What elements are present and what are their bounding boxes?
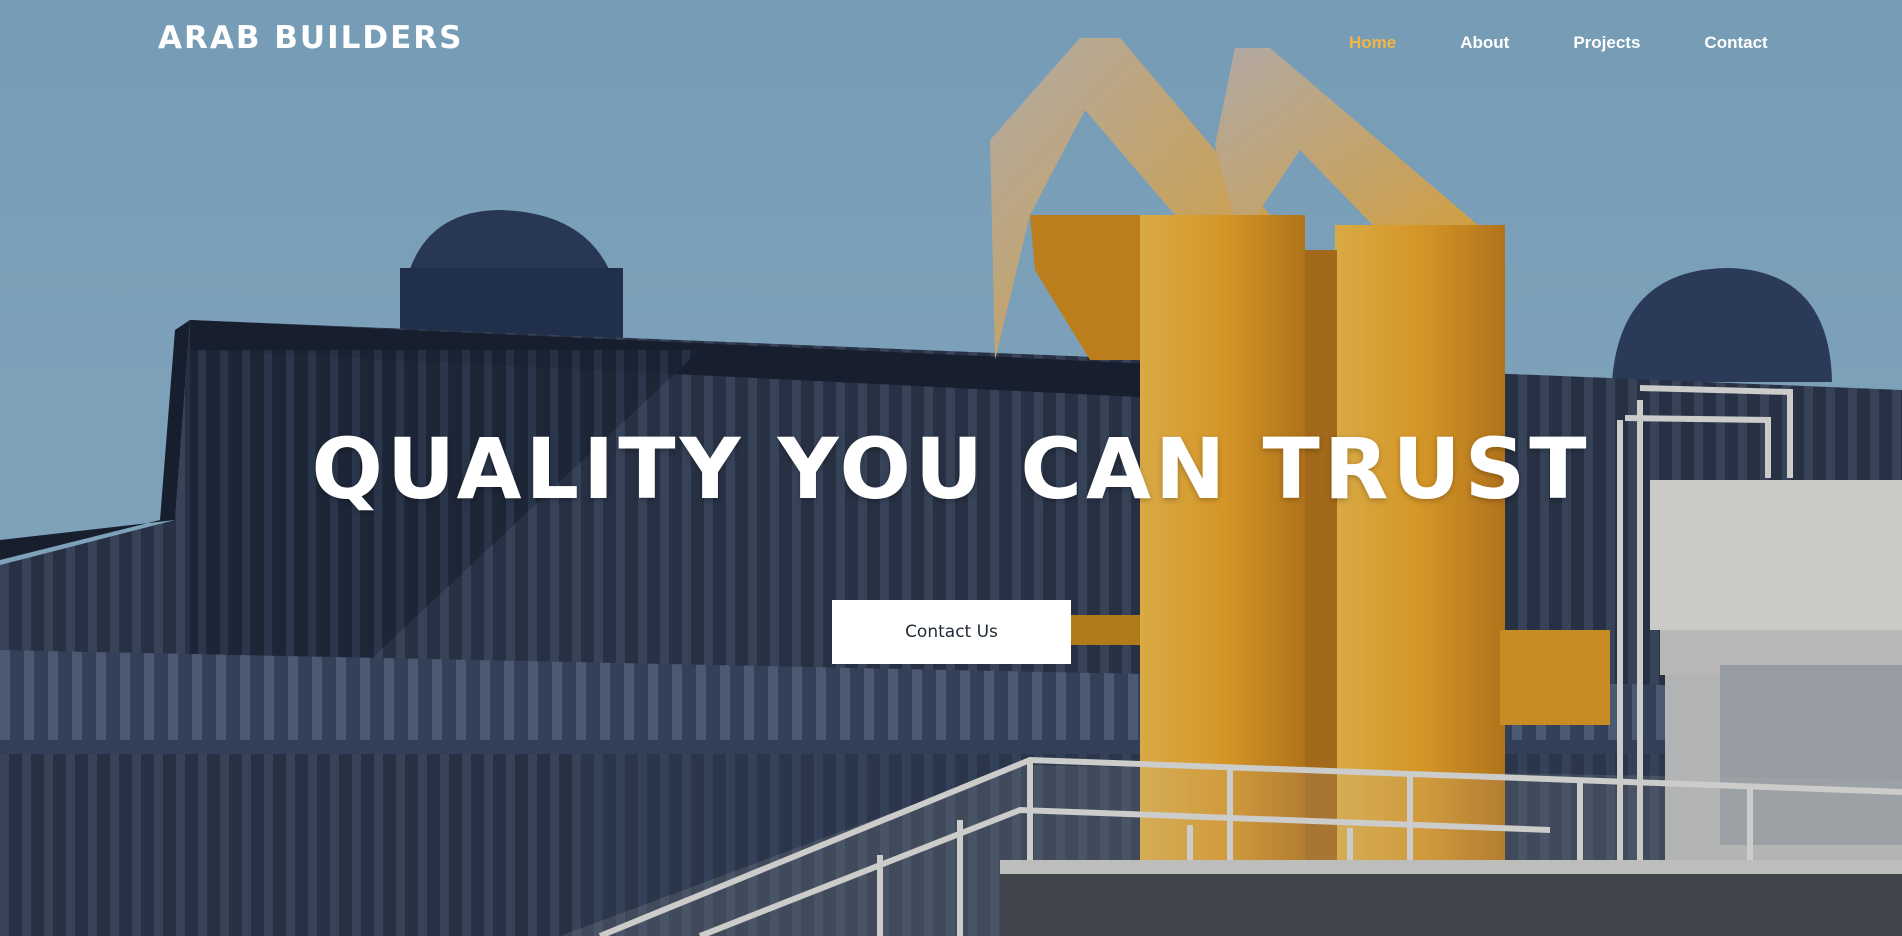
hero-headline: QUALITY YOU CAN TRUST [311,420,1591,518]
top-navigation-bar: ARAB BUILDERS Home About Projects Contac… [0,0,1902,90]
nav-link-projects[interactable]: Projects [1573,33,1640,53]
nav-menu: Home About Projects Contact [1349,33,1768,53]
brand-logo[interactable]: ARAB BUILDERS [158,20,463,56]
nav-link-about[interactable]: About [1460,33,1509,53]
hero-section: ARAB BUILDERS Home About Projects Contac… [0,0,1902,936]
nav-link-home[interactable]: Home [1349,33,1396,53]
contact-us-button[interactable]: Contact Us [832,600,1071,664]
nav-link-contact[interactable]: Contact [1704,33,1767,53]
